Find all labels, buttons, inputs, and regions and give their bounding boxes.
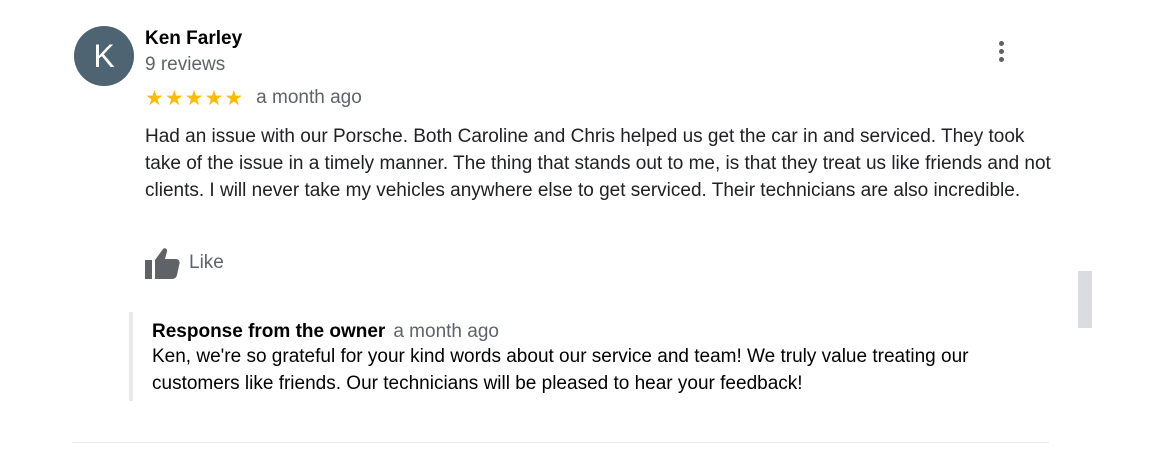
- thumbs-up-icon: [145, 247, 180, 279]
- star-rating: ★ ★ ★ ★ ★: [145, 86, 244, 110]
- more-vert-icon-dot: [998, 56, 1004, 62]
- like-label: Like: [189, 252, 224, 273]
- avatar[interactable]: K: [74, 26, 134, 86]
- more-vert-icon-dot: [998, 48, 1004, 54]
- star-icon: ★: [184, 86, 204, 110]
- owner-response-text: Ken, we're so grateful for your kind wor…: [152, 346, 969, 394]
- reviewer-name[interactable]: Ken Farley: [145, 28, 242, 50]
- divider: [72, 442, 1049, 443]
- more-vert-icon-dot: [998, 40, 1004, 46]
- review-date: a month ago: [256, 87, 362, 108]
- owner-response-title: Response from the owner: [152, 321, 386, 342]
- owner-response-header: Response from the owner a month ago: [152, 321, 1029, 343]
- star-icon: ★: [164, 86, 184, 110]
- like-button[interactable]: Like: [145, 247, 224, 279]
- more-options-button[interactable]: [988, 38, 1014, 64]
- star-icon: ★: [145, 86, 164, 110]
- star-icon: ★: [204, 86, 224, 110]
- reviewer-review-count[interactable]: 9 reviews: [145, 54, 225, 76]
- review-text: Had an issue with our Porsche. Both Caro…: [145, 126, 1051, 201]
- owner-response-date: a month ago: [393, 321, 499, 342]
- rating-row: ★ ★ ★ ★ ★ a month ago: [145, 86, 362, 110]
- owner-response: Response from the owner a month ago Ken,…: [129, 312, 1029, 401]
- avatar-initial: K: [93, 37, 115, 74]
- star-icon: ★: [224, 86, 244, 110]
- scrollbar-thumb[interactable]: [1078, 271, 1092, 328]
